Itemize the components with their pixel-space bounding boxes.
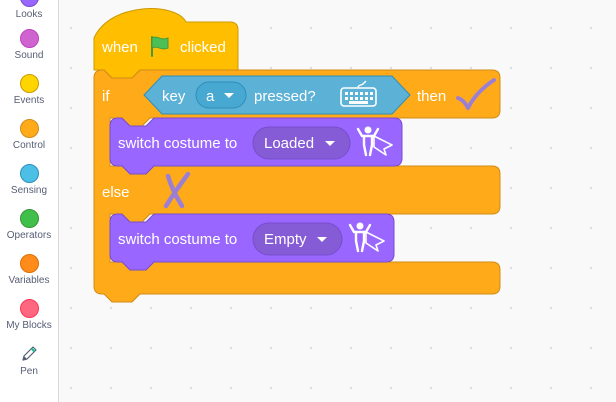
- switch-costume-loaded-block[interactable]: switch costume to Loaded: [109, 117, 403, 175]
- block-script: when clicked if else then key a pressed?: [93, 8, 501, 303]
- hat-when-label: when: [101, 39, 138, 56]
- if-else-block[interactable]: if else then key a pressed?: [93, 69, 501, 303]
- switch-costume-label: switch costume to: [118, 135, 237, 152]
- then-label: then: [417, 88, 446, 105]
- switch-costume-label: switch costume to: [118, 231, 237, 248]
- key-pressed-condition[interactable]: key a pressed?: [143, 75, 411, 115]
- costume-dropdown-loaded[interactable]: Loaded: [252, 126, 351, 160]
- if-label: if: [102, 88, 110, 105]
- key-label: key: [162, 88, 186, 105]
- costume-dropdown-value: Loaded: [264, 135, 314, 152]
- key-dropdown[interactable]: a: [195, 81, 247, 109]
- switch-costume-empty-block[interactable]: switch costume to Empty: [109, 213, 395, 271]
- key-dropdown-value: a: [206, 88, 215, 105]
- costume-dropdown-value: Empty: [264, 231, 307, 248]
- costume-dropdown-empty[interactable]: Empty: [252, 222, 343, 256]
- when-flag-clicked-block[interactable]: when clicked: [93, 8, 239, 79]
- else-label: else: [102, 184, 130, 201]
- pressed-label: pressed?: [254, 88, 316, 105]
- hat-clicked-label: clicked: [180, 39, 226, 56]
